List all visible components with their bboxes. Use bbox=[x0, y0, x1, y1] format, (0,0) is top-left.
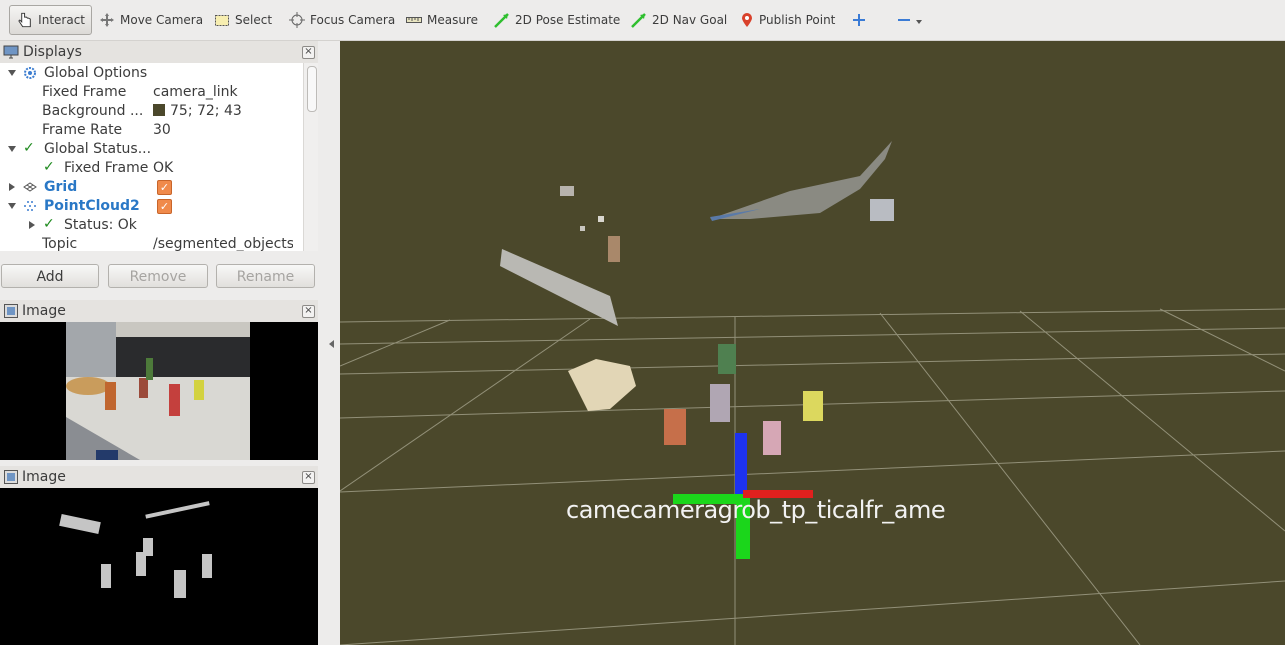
plus-icon bbox=[853, 14, 865, 26]
expand-arrow-icon[interactable] bbox=[8, 70, 16, 76]
add-button[interactable]: Add bbox=[1, 264, 99, 288]
image-panel-title: Image bbox=[22, 469, 66, 485]
displays-tree: Global Options Fixed Frame camera_link B… bbox=[0, 63, 303, 251]
minus-dropdown-icon bbox=[898, 19, 922, 24]
tree-row-topic[interactable]: Topic /segmented_objects bbox=[0, 235, 303, 251]
tree-row-status-fixed-frame[interactable]: ✓ Fixed Frame OK bbox=[0, 159, 303, 178]
scene-canvas bbox=[340, 141, 1285, 645]
topic-value[interactable]: /segmented_objects bbox=[153, 236, 293, 251]
interact-label: Interact bbox=[38, 13, 85, 27]
tree-row-pointcloud2[interactable]: PointCloud2 ✓ bbox=[0, 197, 303, 216]
displays-panel-header: Displays × bbox=[0, 41, 318, 64]
segmented-mask-image bbox=[0, 488, 318, 645]
grid-icon bbox=[23, 182, 37, 192]
status-value: OK bbox=[153, 160, 174, 176]
tree-row-frame-rate[interactable]: Frame Rate 30 bbox=[0, 121, 303, 140]
green-arrow-icon bbox=[631, 13, 646, 28]
expand-arrow-icon[interactable] bbox=[8, 146, 16, 152]
collapse-arrow-icon[interactable] bbox=[29, 221, 35, 229]
move-camera-icon bbox=[100, 13, 114, 27]
color-swatch bbox=[153, 104, 165, 116]
2d-pose-estimate-label: 2D Pose Estimate bbox=[515, 13, 621, 27]
point-cloud-icon bbox=[24, 201, 36, 211]
publish-point-button[interactable]: Publish Point bbox=[740, 5, 835, 35]
2d-nav-goal-label: 2D Nav Goal bbox=[652, 13, 728, 27]
tree-row-global-status[interactable]: ✓ Global Status... bbox=[0, 140, 303, 159]
tree-row-grid[interactable]: Grid ✓ bbox=[0, 178, 303, 197]
fixed-frame-value[interactable]: camera_link bbox=[153, 84, 293, 100]
close-icon[interactable]: × bbox=[302, 305, 315, 318]
tree-label: Status: Ok bbox=[64, 217, 137, 233]
image-panel-1-header: Image × bbox=[0, 300, 318, 323]
select-tool-button[interactable]: Select bbox=[214, 5, 272, 35]
mask-view bbox=[0, 488, 318, 645]
image-panel-2-header: Image × bbox=[0, 466, 318, 489]
tree-label: Fixed Frame bbox=[42, 84, 127, 100]
monitor-icon bbox=[3, 45, 19, 59]
select-box-icon bbox=[215, 15, 229, 26]
background-color-text: 75; 72; 43 bbox=[170, 103, 242, 119]
close-icon[interactable]: × bbox=[302, 46, 315, 59]
2d-nav-goal-button[interactable]: 2D Nav Goal bbox=[631, 5, 727, 35]
move-camera-label: Move Camera bbox=[120, 13, 204, 27]
scrollbar-thumb[interactable] bbox=[307, 66, 317, 112]
measure-label: Measure bbox=[427, 13, 478, 27]
image-panel-title: Image bbox=[22, 303, 66, 319]
expand-arrow-icon[interactable] bbox=[8, 203, 16, 209]
tree-row-status-ok[interactable]: ✓ Status: Ok bbox=[0, 216, 303, 235]
close-icon[interactable]: × bbox=[302, 471, 315, 484]
map-pin-icon bbox=[742, 13, 752, 27]
2d-pose-estimate-button[interactable]: 2D Pose Estimate bbox=[494, 5, 620, 35]
ruler-icon bbox=[406, 17, 422, 23]
hand-pointer-icon bbox=[18, 12, 31, 28]
tree-label: PointCloud2 bbox=[44, 198, 140, 214]
checkmark-icon: ✓ bbox=[43, 216, 55, 232]
tree-label: Topic bbox=[42, 236, 78, 251]
focus-camera-label: Focus Camera bbox=[310, 13, 396, 27]
remove-button[interactable]: Remove bbox=[108, 264, 208, 288]
green-arrow-icon bbox=[494, 13, 509, 28]
focus-camera-tool-button[interactable]: Focus Camera bbox=[289, 5, 395, 35]
tree-label: Global Status... bbox=[44, 141, 152, 157]
tree-label: Frame Rate bbox=[42, 122, 123, 138]
tree-label: Global Options bbox=[44, 65, 148, 81]
add-tool-button[interactable] bbox=[852, 5, 866, 35]
measure-tool-button[interactable]: Measure bbox=[406, 5, 478, 35]
select-label: Select bbox=[235, 13, 273, 27]
panel-splitter[interactable] bbox=[318, 41, 340, 645]
3d-render-viewport[interactable]: camecameragrob_tp_ticalfr_ame bbox=[340, 41, 1285, 645]
interact-tool-button[interactable]: Interact bbox=[9, 5, 92, 35]
rename-button[interactable]: Rename bbox=[216, 264, 315, 288]
pointcloud2-enabled-checkbox[interactable]: ✓ bbox=[157, 199, 172, 214]
main-toolbar: Interact Move Camera Select Focus Camera… bbox=[0, 0, 1285, 41]
move-camera-tool-button[interactable]: Move Camera bbox=[99, 5, 203, 35]
tf-frame-label: camecameragrob_tp_ticalfr_ame bbox=[566, 496, 946, 524]
image-icon bbox=[4, 470, 18, 484]
camera-rgb-image bbox=[0, 322, 318, 460]
tree-label: Grid bbox=[44, 179, 78, 195]
gear-icon bbox=[24, 67, 36, 79]
tree-label: Fixed Frame bbox=[64, 160, 149, 176]
frame-rate-value[interactable]: 30 bbox=[153, 122, 293, 138]
collapse-left-arrow-icon[interactable] bbox=[329, 340, 334, 348]
checkmark-icon: ✓ bbox=[43, 159, 55, 175]
displays-title: Displays bbox=[23, 44, 82, 60]
collapse-arrow-icon[interactable] bbox=[9, 183, 15, 191]
tree-row-global-options[interactable]: Global Options bbox=[0, 64, 303, 83]
publish-point-label: Publish Point bbox=[759, 13, 836, 27]
image-icon bbox=[4, 304, 18, 318]
tree-row-fixed-frame[interactable]: Fixed Frame camera_link bbox=[0, 83, 303, 102]
remove-tool-button[interactable] bbox=[897, 5, 925, 35]
grid-enabled-checkbox[interactable]: ✓ bbox=[157, 180, 172, 195]
tree-row-background-color[interactable]: Background ... 75; 72; 43 bbox=[0, 102, 303, 121]
tree-label: Background ... bbox=[42, 103, 144, 119]
rgb-camera-view bbox=[0, 322, 318, 460]
displays-scrollbar[interactable] bbox=[303, 63, 319, 251]
focus-crosshair-icon bbox=[289, 12, 305, 28]
background-color-value[interactable]: 75; 72; 43 bbox=[153, 103, 293, 119]
checkmark-icon: ✓ bbox=[23, 140, 35, 156]
